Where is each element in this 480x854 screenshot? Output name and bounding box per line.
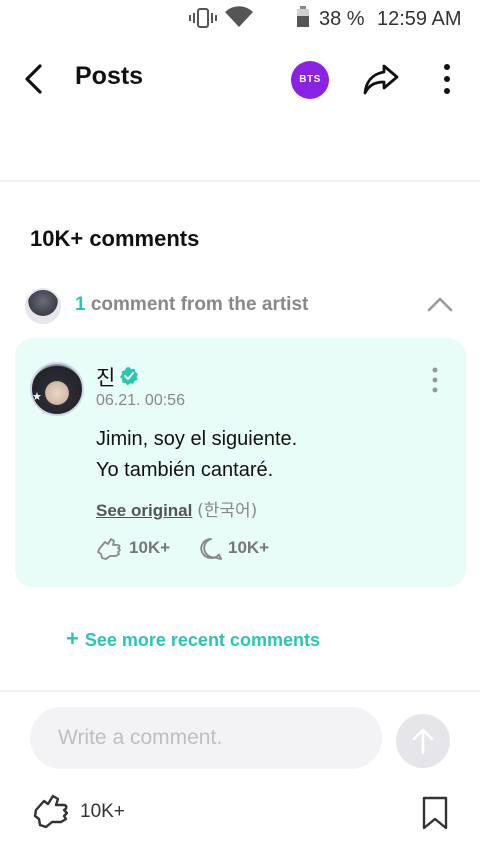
more-vertical-icon[interactable] xyxy=(432,62,462,96)
see-original-link[interactable]: See original xyxy=(96,501,192,520)
artist-comment-label: comment from the artist xyxy=(85,294,309,315)
arrow-up-icon xyxy=(412,728,434,755)
status-bar: 38 % 12:59 AM xyxy=(0,0,480,36)
comment-text-line: Yo también cantaré. xyxy=(96,459,274,481)
share-icon[interactable] xyxy=(362,62,400,96)
battery-percentage: 38 % xyxy=(319,8,365,30)
bookmark-icon[interactable] xyxy=(420,796,450,830)
composer-divider xyxy=(0,690,480,692)
plus-icon: + xyxy=(66,626,79,651)
comments-count-heading: 10K+ comments xyxy=(30,226,200,251)
page-title: Posts xyxy=(75,62,144,90)
section-divider xyxy=(0,180,480,182)
battery-icon xyxy=(297,6,309,27)
comment-like-count: 10K+ xyxy=(129,538,171,557)
comment-stats: 10K+ 10K+ xyxy=(96,536,396,562)
see-original-row: See original (한국어) xyxy=(96,496,257,521)
comment-input[interactable] xyxy=(58,721,358,755)
comment-more-icon[interactable] xyxy=(425,366,445,396)
chevron-up-icon[interactable] xyxy=(426,294,454,314)
send-button[interactable] xyxy=(396,714,450,768)
comment-body: Jimin, soy el siguiente. Yo también cant… xyxy=(96,424,446,486)
artist-comment-card: ★ 진 06.21. 00:56 Jimin, soy el siguiente… xyxy=(15,338,466,587)
see-more-comments-link[interactable]: + See more recent comments xyxy=(66,626,320,652)
comment-timestamp: 06.21. 00:56 xyxy=(96,392,185,409)
original-language-label: (한국어) xyxy=(197,501,258,521)
comment-author-avatar[interactable] xyxy=(30,362,84,416)
artist-comment-count: 1 xyxy=(75,294,86,315)
like-hands-icon[interactable] xyxy=(96,536,124,562)
artist-avatar xyxy=(25,288,61,324)
artist-comment-summary: 1 comment from the artist xyxy=(75,294,308,316)
post-like-count: 10K+ xyxy=(80,801,125,822)
top-app-bar: Posts BTS xyxy=(0,48,480,110)
vibrate-icon xyxy=(189,8,217,28)
star-icon: ★ xyxy=(32,391,42,403)
artist-comments-toggle[interactable]: 1 comment from the artist xyxy=(0,286,480,326)
verified-badge-icon xyxy=(120,367,138,386)
community-badge-button[interactable]: BTS xyxy=(291,61,329,99)
reply-bubble-icon[interactable] xyxy=(199,537,223,561)
back-arrow-icon[interactable] xyxy=(20,62,50,96)
see-more-label: See more recent comments xyxy=(84,630,320,650)
comment-reply-count: 10K+ xyxy=(228,538,270,557)
comment-input-container xyxy=(30,707,382,769)
clock-time: 12:59 AM xyxy=(377,8,462,30)
wifi-icon xyxy=(225,6,253,27)
comment-text-line: Jimin, soy el siguiente. xyxy=(96,428,298,450)
like-hands-icon[interactable] xyxy=(32,792,72,830)
comment-author-name[interactable]: 진 xyxy=(96,362,115,392)
